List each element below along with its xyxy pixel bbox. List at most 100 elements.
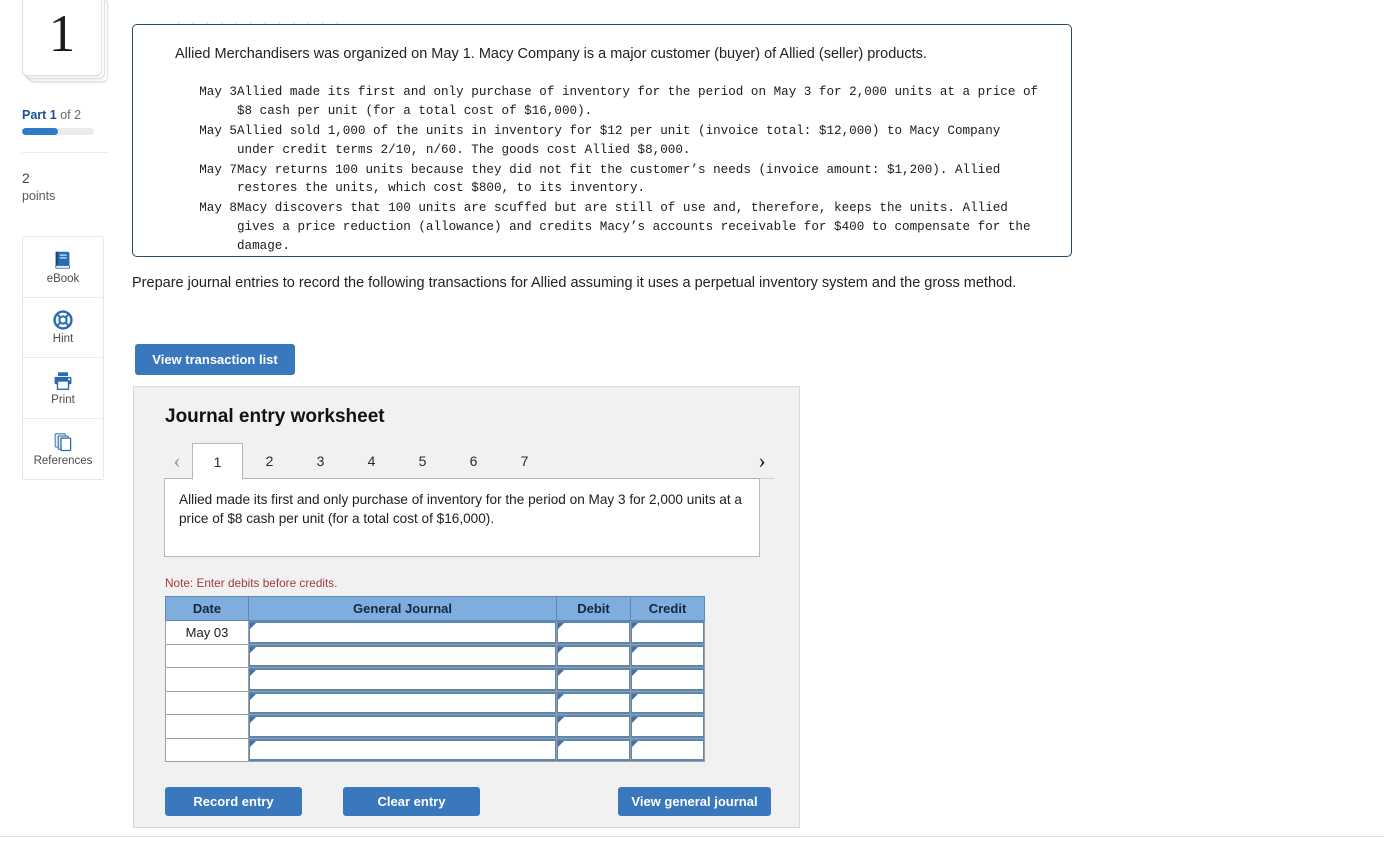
credit-input[interactable] — [631, 738, 704, 761]
journal-date-cell — [165, 690, 249, 715]
table-row: May 03 — [165, 620, 705, 645]
active-transaction-description: Allied made its first and only purchase … — [179, 492, 742, 526]
worksheet-tab-3[interactable]: 3 — [295, 443, 346, 479]
journal-account-cell[interactable] — [248, 690, 557, 715]
journal-account-cell[interactable] — [248, 737, 557, 762]
main-content: . . . . . . . . . . . . Allied Merchandi… — [130, 0, 1384, 844]
credit-input[interactable] — [631, 644, 704, 667]
journal-debit-cell[interactable] — [556, 737, 631, 762]
transaction-text: Macy returns 100 units because they did … — [237, 162, 1001, 196]
journal-debit-cell[interactable] — [556, 667, 631, 692]
account-input[interactable] — [249, 715, 556, 738]
worksheet-tab-5[interactable]: 5 — [397, 443, 448, 479]
worksheet-tab-4[interactable]: 4 — [346, 443, 397, 479]
journal-debit-cell[interactable] — [556, 714, 631, 739]
worksheet-tab-2[interactable]: 2 — [244, 443, 295, 479]
credit-input[interactable] — [631, 715, 704, 738]
journal-account-cell[interactable] — [248, 643, 557, 668]
table-row — [165, 690, 705, 715]
journal-date-cell — [165, 643, 249, 668]
column-header-debit: Debit — [556, 596, 631, 621]
debit-input[interactable] — [557, 691, 630, 714]
account-input[interactable] — [249, 668, 556, 691]
view-general-journal-button[interactable]: View general journal — [618, 787, 771, 816]
journal-date-cell — [165, 714, 249, 739]
journal-date-cell — [165, 737, 249, 762]
transaction-text: Allied made its first and only purchase … — [237, 85, 1039, 118]
page-bottom-divider — [0, 836, 1384, 837]
transaction-date: May 3 — [199, 85, 237, 99]
transaction-text: Macy discovers that 100 units are scuffe… — [237, 201, 1031, 254]
column-header-date: Date — [165, 596, 249, 621]
credit-input[interactable] — [631, 621, 704, 644]
debit-input[interactable] — [557, 715, 630, 738]
journal-debit-cell[interactable] — [556, 643, 631, 668]
tool-label: References — [33, 454, 93, 467]
sidebar-divider — [22, 152, 108, 153]
table-row: May 5 Allied sold 1,000 of the units in … — [175, 122, 1045, 161]
table-row — [165, 737, 705, 762]
journal-date-cell: May 03 — [165, 620, 249, 645]
transaction-date: May 8 — [199, 201, 237, 216]
copy-pages-icon — [52, 431, 74, 453]
journal-entry-table: Date General Journal Debit Credit May 03 — [165, 596, 705, 762]
question-sidebar: 1 Part 1 of 2 2 points eBook Hint Print … — [0, 0, 130, 844]
view-transaction-list-button[interactable]: View transaction list — [135, 344, 295, 375]
account-input[interactable] — [249, 691, 556, 714]
journal-credit-cell[interactable] — [630, 714, 705, 739]
tool-label: eBook — [46, 272, 80, 285]
debit-input[interactable] — [557, 738, 630, 761]
worksheet-tab-1[interactable]: 1 — [192, 443, 243, 480]
tool-ebook[interactable]: eBook — [23, 237, 103, 298]
instruction-text: Prepare journal entries to record the fo… — [132, 275, 1017, 291]
account-input[interactable] — [249, 644, 556, 667]
life-ring-icon — [52, 309, 74, 331]
worksheet-tab-7[interactable]: 7 — [499, 443, 550, 479]
transaction-date: May 7 — [199, 162, 237, 177]
debit-input[interactable] — [557, 668, 630, 691]
problem-intro-text: Allied Merchandisers was organized on Ma… — [175, 46, 927, 62]
account-input[interactable] — [249, 738, 556, 761]
worksheet-title: Journal entry worksheet — [165, 406, 385, 427]
worksheet-tab-6[interactable]: 6 — [448, 443, 499, 479]
journal-debit-cell[interactable] — [556, 620, 631, 645]
journal-credit-cell[interactable] — [630, 643, 705, 668]
journal-credit-cell[interactable] — [630, 690, 705, 715]
table-header-row: Date General Journal Debit Credit — [165, 596, 705, 621]
record-entry-button[interactable]: Record entry — [165, 787, 302, 816]
next-tab-arrow-icon[interactable]: › — [751, 447, 773, 475]
previous-tab-arrow-icon[interactable]: ‹ — [166, 447, 188, 475]
debit-input[interactable] — [557, 621, 630, 644]
tool-references[interactable]: References — [23, 419, 103, 480]
account-input[interactable] — [249, 621, 556, 644]
active-transaction-description-box: Allied made its first and only purchase … — [164, 478, 760, 557]
journal-entry-worksheet-panel: Journal entry worksheet ‹ 1 2 3 4 5 6 7 … — [133, 386, 800, 828]
journal-account-cell[interactable] — [248, 714, 557, 739]
tool-hint[interactable]: Hint — [23, 298, 103, 358]
debit-input[interactable] — [557, 644, 630, 667]
printer-icon — [52, 370, 74, 392]
column-header-credit: Credit — [630, 596, 705, 621]
page-root: 1 Part 1 of 2 2 points eBook Hint Print … — [0, 0, 1384, 844]
credit-input[interactable] — [631, 668, 704, 691]
journal-credit-cell[interactable] — [630, 620, 705, 645]
journal-account-cell[interactable] — [248, 620, 557, 645]
points-value: 2 — [22, 170, 30, 186]
credit-input[interactable] — [631, 691, 704, 714]
clear-entry-button[interactable]: Clear entry — [343, 787, 480, 816]
tool-panel: eBook Hint Print References — [22, 236, 104, 480]
debits-before-credits-note: Note: Enter debits before credits. — [165, 576, 338, 590]
journal-credit-cell[interactable] — [630, 667, 705, 692]
journal-account-cell[interactable] — [248, 667, 557, 692]
journal-credit-cell[interactable] — [630, 737, 705, 762]
table-row: May 8 Macy discovers that 100 units are … — [175, 199, 1045, 256]
transaction-text: Allied sold 1,000 of the units in invent… — [237, 123, 1001, 157]
points-label: points — [22, 189, 56, 203]
transaction-date: May 5 — [199, 123, 237, 138]
journal-debit-cell[interactable] — [556, 690, 631, 715]
worksheet-tabs: ‹ 1 2 3 4 5 6 7 › — [164, 443, 774, 480]
part-indicator: Part 1 of 2 — [22, 108, 81, 122]
tool-print[interactable]: Print — [23, 358, 103, 419]
table-row: May 7 Macy returns 100 units because the… — [175, 161, 1045, 200]
problem-statement-box: Allied Merchandisers was organized on Ma… — [132, 24, 1072, 257]
